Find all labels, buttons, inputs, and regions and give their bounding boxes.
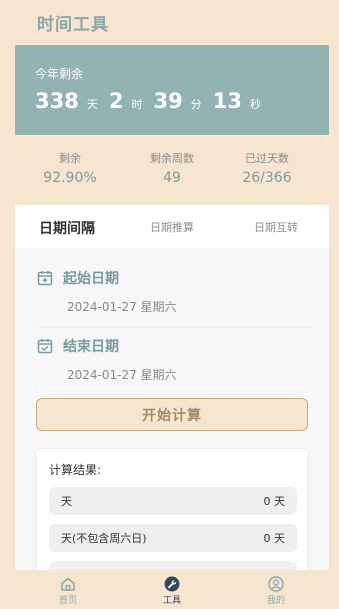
- end-date-title: 结束日期: [63, 339, 119, 355]
- calendar-add-icon: [37, 271, 53, 286]
- wrench-icon: [164, 576, 180, 592]
- bottom-nav: 首页 工具 我的: [0, 570, 339, 609]
- countdown-hours-unit: 时: [131, 98, 143, 111]
- countdown-days-unit: 天: [86, 98, 98, 111]
- result-title: 计算结果:: [49, 463, 102, 477]
- stat-label: 剩余周数: [150, 152, 194, 165]
- countdown-hours: 2: [108, 89, 124, 113]
- stat-days-passed: 已过天数 26/366: [212, 150, 322, 186]
- countdown-timer: 338 天 2 时 39 分 13 秒: [35, 89, 261, 113]
- countdown-minutes-unit: 分: [190, 98, 202, 111]
- tab-date-interval[interactable]: 日期间隔: [39, 218, 95, 238]
- result-value: 0 天: [263, 495, 286, 508]
- nav-label: 我的: [266, 596, 285, 606]
- date-interval-panel: 起始日期 2024-01-27 星期六 结束日期 2024-01-27 星期六 …: [15, 248, 329, 570]
- result-value: 0 天: [263, 532, 286, 545]
- result-row: 天 0 天: [49, 487, 297, 515]
- calculate-button[interactable]: 开始计算: [36, 398, 308, 431]
- stat-value: 49: [163, 170, 181, 186]
- stat-value: 26/366: [242, 170, 292, 186]
- start-date-picker[interactable]: 起始日期 2024-01-27 星期六: [37, 268, 177, 315]
- home-icon: [61, 577, 75, 591]
- year-stats: 剩余 92.90% 剩余周数 49 已过天数 26/366: [15, 150, 329, 190]
- divider: [37, 327, 311, 328]
- nav-profile[interactable]: 我的: [256, 576, 296, 606]
- stat-value: 92.90%: [43, 170, 97, 186]
- end-date-value: 2024-01-27 星期六: [67, 368, 177, 382]
- nav-tools[interactable]: 工具: [152, 576, 192, 606]
- countdown-minutes: 39: [153, 89, 183, 113]
- stat-remaining-percent: 剩余 92.90%: [15, 150, 125, 186]
- result-row: [49, 561, 297, 570]
- stat-label: 剩余: [59, 152, 81, 165]
- end-date-picker[interactable]: 结束日期 2024-01-27 星期六: [37, 336, 177, 383]
- countdown-seconds: 13: [212, 89, 242, 113]
- result-label: 天: [61, 495, 72, 508]
- nav-label: 首页: [58, 596, 77, 606]
- year-countdown-card: 今年剩余 338 天 2 时 39 分 13 秒: [15, 45, 329, 135]
- calendar-check-icon: [37, 339, 53, 354]
- tab-date-calculate[interactable]: 日期推算: [150, 219, 194, 235]
- page-title: 时间工具: [37, 15, 109, 35]
- nav-home[interactable]: 首页: [48, 576, 88, 606]
- tool-tabs: 日期间隔 日期推算 日期互转: [15, 205, 329, 248]
- stat-remaining-weeks: 剩余周数 49: [117, 150, 227, 186]
- start-date-title: 起始日期: [63, 271, 119, 287]
- countdown-days: 338: [35, 89, 79, 113]
- result-row: 天(不包含周六日) 0 天: [49, 524, 297, 552]
- tab-date-convert[interactable]: 日期互转: [254, 219, 298, 235]
- countdown-label: 今年剩余: [35, 67, 84, 81]
- user-icon: [268, 576, 284, 592]
- result-card: 计算结果: 天 0 天 天(不包含周六日) 0 天: [36, 448, 308, 570]
- stat-label: 已过天数: [245, 152, 289, 165]
- start-date-value: 2024-01-27 星期六: [67, 300, 177, 314]
- countdown-seconds-unit: 秒: [249, 98, 261, 111]
- nav-label: 工具: [162, 596, 181, 606]
- result-label: 天(不包含周六日): [61, 532, 147, 545]
